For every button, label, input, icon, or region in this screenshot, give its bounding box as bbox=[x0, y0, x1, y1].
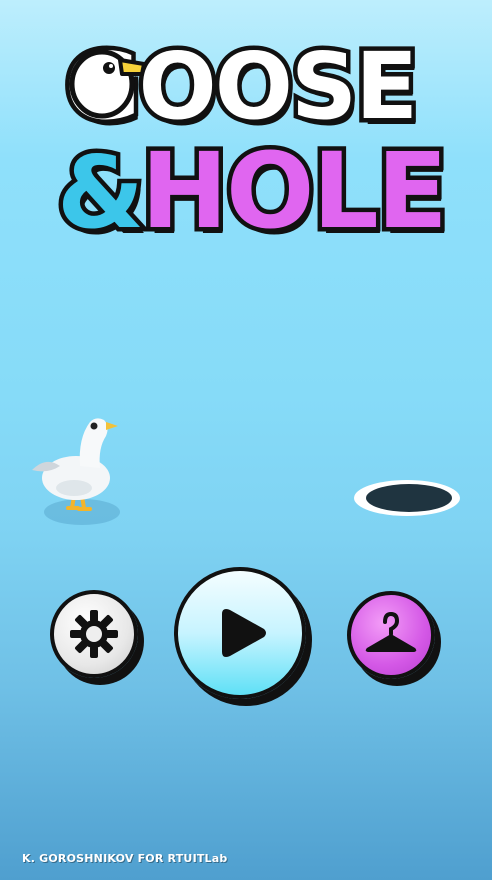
hole-target bbox=[354, 480, 460, 516]
play-button[interactable] bbox=[174, 567, 306, 699]
wardrobe-button[interactable] bbox=[347, 591, 435, 679]
settings-button[interactable] bbox=[50, 590, 138, 678]
logo-line-hole: HOLE bbox=[137, 130, 453, 252]
play-icon bbox=[222, 609, 266, 657]
gear-icon bbox=[70, 610, 118, 658]
goose-character bbox=[32, 418, 120, 525]
logo-ampersand: & bbox=[52, 134, 148, 251]
hanger-icon bbox=[365, 611, 417, 652]
credit-text: K. GOROSHNIKOV FOR RTUITLab bbox=[22, 852, 228, 865]
logo-goose-head-icon bbox=[69, 49, 146, 119]
